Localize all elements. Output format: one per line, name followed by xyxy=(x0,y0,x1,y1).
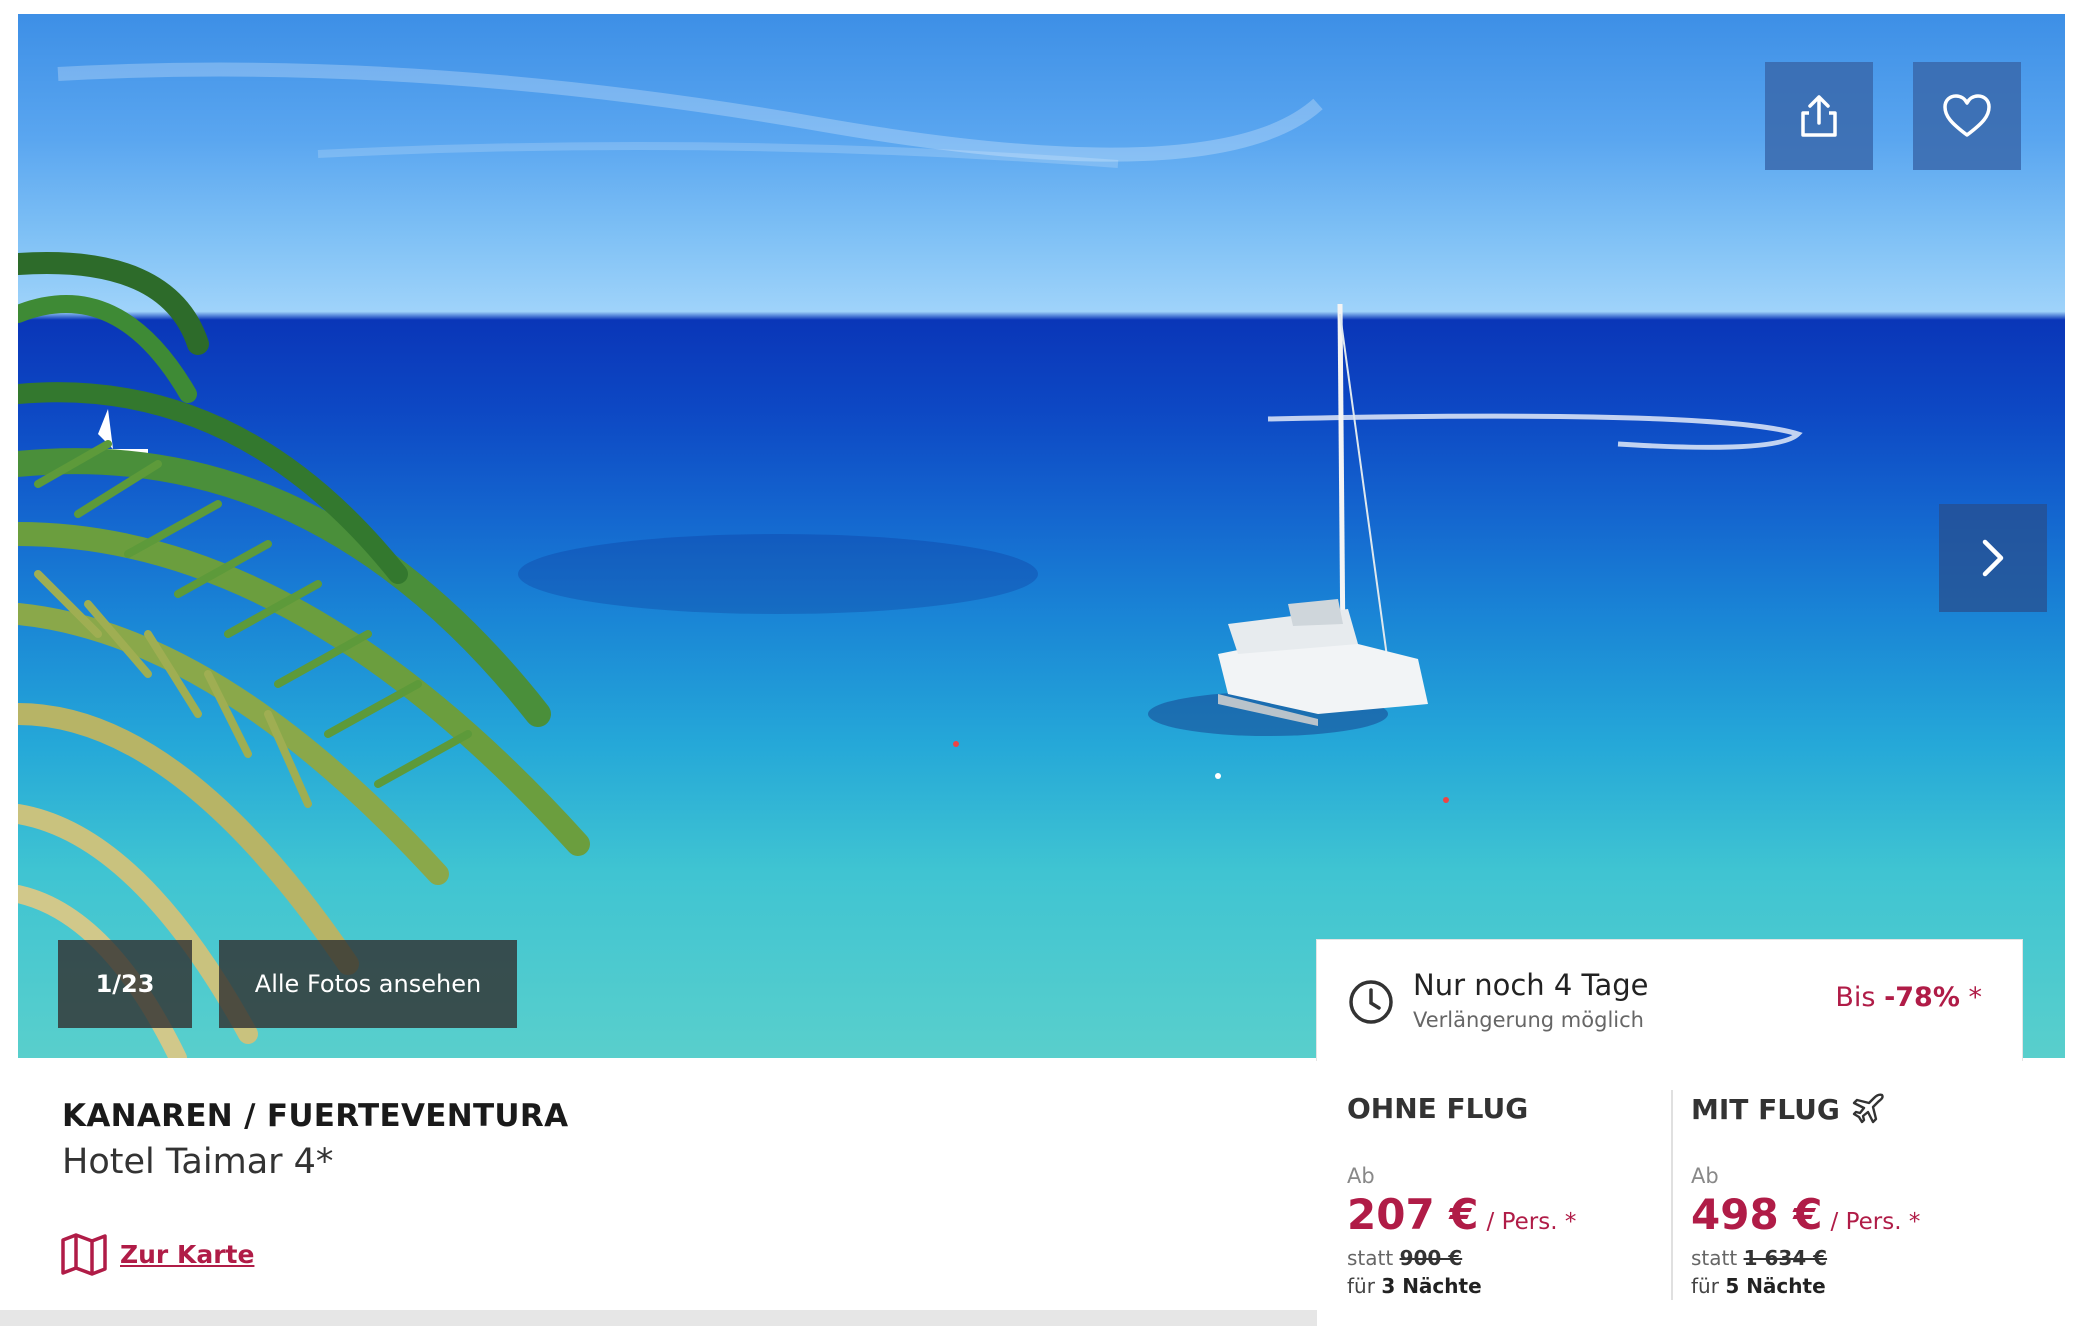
price-line: 207 € / Pers. * xyxy=(1347,1190,1576,1239)
discount-value: -78% xyxy=(1884,982,1960,1013)
old-price-line: statt 1 634 € xyxy=(1691,1246,1827,1270)
price-per-person: / Pers. * xyxy=(1830,1209,1921,1235)
old-price: 1 634 € xyxy=(1743,1246,1828,1270)
favorite-button[interactable] xyxy=(1913,62,2021,170)
price-amount: 498 € xyxy=(1691,1190,1823,1239)
countdown-title: Nur noch 4 Tage xyxy=(1413,968,1649,1002)
all-photos-button[interactable]: Alle Fotos ansehen xyxy=(219,940,517,1028)
nights-count: 3 Nächte xyxy=(1381,1274,1482,1298)
with-flight-title: MIT FLUG xyxy=(1691,1092,1886,1126)
discount-prefix: Bis xyxy=(1835,982,1885,1013)
photo-counter: 1/23 xyxy=(58,940,192,1028)
nights-line: für 5 Nächte xyxy=(1691,1274,1826,1298)
old-price: 900 € xyxy=(1399,1246,1463,1270)
price-amount: 207 € xyxy=(1347,1190,1479,1239)
nights-count: 5 Nächte xyxy=(1725,1274,1826,1298)
clock-icon xyxy=(1349,980,1393,1024)
old-price-line: statt 900 € xyxy=(1347,1246,1462,1270)
without-flight-title-text: OHNE FLUG xyxy=(1347,1092,1529,1125)
offer-divider xyxy=(1671,1090,1673,1300)
discount-badge: Bis -78% * xyxy=(1835,982,1982,1013)
next-photo-button[interactable] xyxy=(1939,504,2047,612)
hotel-name: Hotel Taimar 4* xyxy=(62,1142,334,1182)
statt-label: statt xyxy=(1691,1246,1738,1270)
heart-icon xyxy=(1943,94,1991,137)
price-line: 498 € / Pers. * xyxy=(1691,1190,1920,1239)
chevron-right-icon xyxy=(1982,539,2004,577)
countdown-subtitle: Verlängerung möglich xyxy=(1413,1008,1644,1032)
without-flight-title: OHNE FLUG xyxy=(1347,1092,1528,1125)
hotel-region: KANAREN / FUERTEVENTURA xyxy=(62,1098,569,1134)
nights-line: für 3 Nächte xyxy=(1347,1274,1482,1298)
palm-tree xyxy=(18,252,590,1058)
share-icon xyxy=(1801,95,1837,137)
price-from-label: Ab xyxy=(1691,1164,1719,1188)
discount-suffix: * xyxy=(1959,982,1982,1013)
price-from-label: Ab xyxy=(1347,1164,1375,1188)
nights-prefix: für xyxy=(1691,1274,1719,1298)
with-flight-title-text: MIT FLUG xyxy=(1691,1092,1840,1126)
price-panel: OHNE FLUG Ab 207 € / Pers. * statt 900 € … xyxy=(1317,1060,2022,1326)
price-per-person: / Pers. * xyxy=(1486,1209,1577,1235)
catamaran xyxy=(1218,303,1428,726)
map-icon xyxy=(61,1233,107,1276)
beach-scene-image xyxy=(18,62,1803,1058)
map-link[interactable]: Zur Karte xyxy=(60,1232,254,1276)
nights-prefix: für xyxy=(1347,1274,1375,1298)
page-bottom-strip xyxy=(0,1310,1317,1326)
hero-photo[interactable]: 1/23 Alle Fotos ansehen xyxy=(18,14,2065,1058)
map-link-label[interactable]: Zur Karte xyxy=(120,1240,254,1269)
share-button[interactable] xyxy=(1765,62,1873,170)
offer-countdown-card: Nur noch 4 Tage Verlängerung möglich Bis… xyxy=(1317,940,2022,1060)
statt-label: statt xyxy=(1347,1246,1394,1270)
airplane-icon xyxy=(1852,1093,1884,1124)
